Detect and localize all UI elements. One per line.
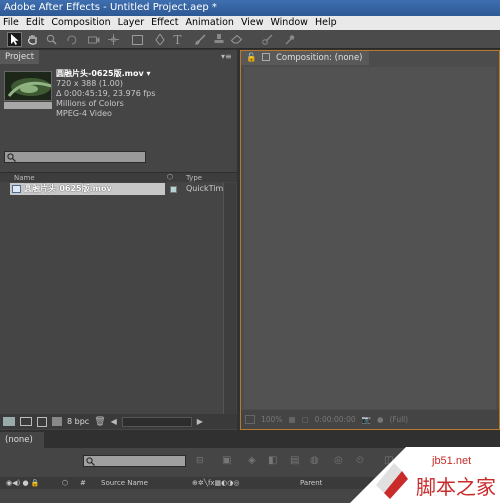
menu-layer[interactable]: Layer <box>115 16 149 30</box>
menu-composition[interactable]: Composition <box>48 16 114 30</box>
timeline-tab[interactable]: (none) × <box>0 432 44 461</box>
menu-animation[interactable]: Animation <box>183 16 238 30</box>
resolution[interactable]: (Full) <box>390 415 409 424</box>
zoom-tool-icon[interactable] <box>44 32 59 47</box>
rectangle-tool-icon[interactable] <box>130 32 145 47</box>
window-title: Adobe After Effects - Untitled Project.a… <box>4 2 217 13</box>
project-vertical-scrollbar[interactable] <box>223 183 236 415</box>
hand-tool-icon[interactable] <box>25 32 40 47</box>
lock-icon[interactable]: 🔓 <box>246 53 257 63</box>
bit-depth-toggle[interactable]: 8 bpc <box>67 417 89 426</box>
menu-window[interactable]: Window <box>267 16 311 30</box>
timeline-search-input[interactable] <box>83 455 186 467</box>
label-tag-icon[interactable]: ⬡ <box>167 173 173 181</box>
layer-number-icon[interactable]: # <box>80 477 86 489</box>
composition-panel: 🔓 Composition: (none) 100% ▦ ▢ 0:00:00:0… <box>240 50 500 430</box>
scroll-right-icon[interactable]: ▶ <box>197 417 203 426</box>
color-channel-icon[interactable]: ● <box>377 415 384 424</box>
camera-tool-icon[interactable] <box>86 32 101 47</box>
column-source-name[interactable]: Source Name <box>101 477 148 489</box>
new-folder-icon[interactable] <box>20 417 32 426</box>
watermark-text: 脚本之家 <box>416 475 496 499</box>
footage-thumbnail <box>4 71 52 101</box>
search-icon <box>7 153 16 162</box>
snapshot-icon[interactable]: 📷 <box>362 415 371 424</box>
always-preview-icon[interactable] <box>245 415 255 424</box>
puppet-pin-tool-icon[interactable] <box>282 32 297 47</box>
draft-3d-icon[interactable]: ◈ <box>248 455 256 466</box>
footage-duration: Δ 0:00:45:19, 23.976 fps <box>56 89 156 98</box>
rotate-tool-icon[interactable] <box>64 32 79 47</box>
layer-switches-icons[interactable]: ⊕✲╲fx▦◐◑◎ <box>192 477 240 489</box>
pan-behind-tool-icon[interactable] <box>106 32 121 47</box>
brainstorm-icon[interactable]: ◎ <box>334 455 343 466</box>
project-panel-footer: 8 bpc 🗑 ◀ ▶ <box>0 414 237 429</box>
composition-footer: 100% ▦ ▢ 0:00:00:00 📷 ● (Full) <box>241 410 499 429</box>
trash-icon[interactable]: 🗑 <box>94 417 105 427</box>
menu-effect[interactable]: Effect <box>148 16 182 30</box>
motion-blur-icon[interactable]: ◍ <box>310 455 319 466</box>
menu-help[interactable]: Help <box>312 16 341 30</box>
watermark: jb51.net 脚本之家 <box>350 443 500 503</box>
project-panel: Project ▾≡ 圆融片头-0625版.mov ▾ 720 x 388 (1… <box>0 50 237 430</box>
thumbnail-caption-bar <box>4 102 52 109</box>
panel-menu-icon[interactable]: ▾≡ <box>221 52 233 62</box>
eraser-tool-icon[interactable] <box>229 32 244 47</box>
tools-toolbar: T <box>0 30 500 49</box>
label-color-swatch[interactable] <box>170 186 177 193</box>
footage-colors: Millions of Colors <box>56 99 124 108</box>
footage-codec: MPEG-4 Video <box>56 109 112 118</box>
composition-icon <box>262 53 271 61</box>
menu-bar: File Edit Composition Layer Effect Anima… <box>0 16 500 30</box>
scroll-left-icon[interactable]: ◀ <box>111 417 117 426</box>
frame-blending-icon[interactable]: ▤ <box>290 455 299 466</box>
column-name[interactable]: Name <box>14 174 35 182</box>
mask-icon[interactable]: ▢ <box>302 415 309 424</box>
roto-brush-tool-icon[interactable] <box>260 32 275 47</box>
project-item-name[interactable]: 圆融片头-0625版.mov <box>10 183 165 195</box>
av-features-icons[interactable]: ◉◀) ● 🔒 <box>6 477 40 489</box>
project-panel-tab[interactable]: Project <box>0 50 40 64</box>
live-update-icon[interactable]: ▣ <box>222 455 231 466</box>
project-item-type: QuickTime <box>186 184 229 193</box>
search-icon <box>86 457 95 466</box>
label-tag-icon[interactable]: ⬡ <box>62 477 68 489</box>
column-parent[interactable]: Parent <box>300 477 322 489</box>
composition-panel-tab[interactable]: 🔓 Composition: (none) <box>241 51 369 65</box>
brush-tool-icon[interactable] <box>193 32 208 47</box>
flowchart-icon[interactable] <box>52 417 62 426</box>
timecode[interactable]: 0:00:00:00 <box>315 415 356 424</box>
composition-viewer[interactable] <box>244 67 496 409</box>
quicktime-file-icon <box>12 185 21 193</box>
menu-file[interactable]: File <box>0 16 23 30</box>
project-item-row[interactable]: 圆融片头-0625版.mov QuickTime <box>10 183 236 195</box>
project-search-input[interactable] <box>4 151 146 163</box>
interpret-footage-icon[interactable] <box>3 417 15 426</box>
clone-stamp-tool-icon[interactable] <box>211 32 226 47</box>
selection-tool-icon[interactable] <box>7 32 22 47</box>
watermark-site: jb51.net <box>432 455 472 467</box>
menu-view[interactable]: View <box>238 16 268 30</box>
pen-tool-icon[interactable] <box>152 32 167 47</box>
project-horizontal-scrollbar[interactable] <box>121 416 192 427</box>
text-tool-icon[interactable]: T <box>170 32 185 47</box>
footage-dimensions: 720 x 388 (1.00) <box>56 79 123 88</box>
window-title-bar: Adobe After Effects - Untitled Project.a… <box>0 0 500 16</box>
hide-shy-layers-icon[interactable]: ◧ <box>268 455 277 466</box>
footage-info: 圆融片头-0625版.mov ▾ 720 x 388 (1.00) Δ 0:00… <box>56 69 155 119</box>
menu-edit[interactable]: Edit <box>23 16 48 30</box>
project-column-header: Name ⬡ Type <box>0 172 237 182</box>
grid-icon[interactable]: ▦ <box>288 415 295 424</box>
column-type[interactable]: Type <box>186 174 202 182</box>
new-composition-icon[interactable] <box>37 416 47 427</box>
footage-name[interactable]: 圆融片头-0625版.mov ▾ <box>56 69 155 79</box>
zoom-level[interactable]: 100% <box>261 415 282 424</box>
comp-mini-flowchart-icon[interactable]: ⊟ <box>196 456 204 466</box>
